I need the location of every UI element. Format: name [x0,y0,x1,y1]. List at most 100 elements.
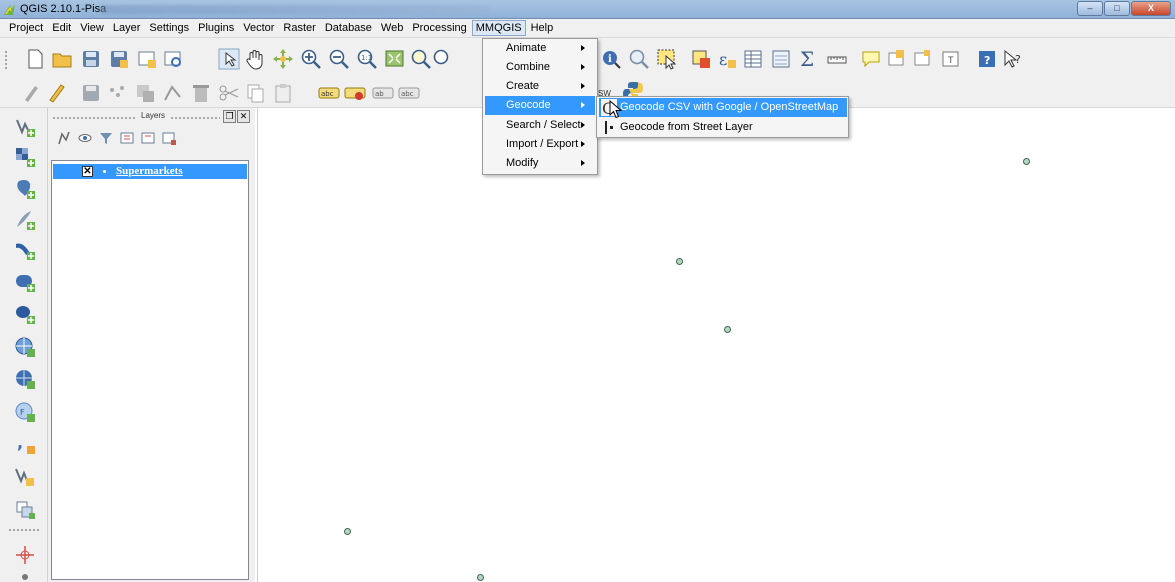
help-contents-icon[interactable]: ? [976,48,998,70]
pan-to-selection-icon[interactable] [272,48,294,70]
remove-layer-icon[interactable] [161,130,177,146]
toggle-editing-icon[interactable] [46,82,68,104]
text-annotation-icon[interactable] [886,48,908,70]
pin-labels-icon[interactable] [344,82,366,104]
add-wms-layer-icon[interactable] [14,336,36,358]
add-oracle-layer-icon[interactable] [14,271,36,293]
zoom-to-selection-icon[interactable] [410,48,432,70]
map-tips-icon[interactable] [628,48,650,70]
add-spatialite-layer-icon[interactable] [14,209,36,231]
cut-features-icon[interactable] [218,82,240,104]
zoom-out-icon[interactable] [328,48,350,70]
attribute-table-icon[interactable] [742,48,764,70]
menu-item-import-export[interactable]: Import / Export [485,135,595,154]
move-label-icon[interactable]: abc [398,82,420,104]
gps-icon[interactable] [14,570,36,582]
menu-project[interactable]: Project [5,20,47,36]
minimize-button[interactable]: – [1077,1,1103,16]
annotation-icon[interactable] [860,48,882,70]
layer-labeling-icon[interactable]: abc [318,82,340,104]
copy-features-icon[interactable] [244,82,266,104]
map-canvas[interactable] [257,108,1175,582]
menu-item-combine[interactable]: Combine [485,58,595,77]
pan-hand-icon[interactable] [244,48,266,70]
map-point[interactable] [477,574,484,581]
menu-item-geocode[interactable]: Geocode [485,96,595,115]
save-project-icon[interactable] [80,48,102,70]
statistics-sigma-icon[interactable]: Σ [798,48,820,70]
current-edits-icon[interactable] [21,82,43,104]
coordinate-capture-icon[interactable] [14,544,36,566]
toolbar-grip[interactable] [4,50,8,70]
show-hide-labels-icon[interactable]: ab [372,82,394,104]
add-wfs-layer-icon[interactable]: F [14,401,36,423]
composer-manager-icon[interactable] [162,48,184,70]
form-annotation-icon[interactable] [912,48,934,70]
strip-grip[interactable] [8,528,40,532]
layer-row-supermarkets[interactable]: ✕ Supermarkets [53,164,247,179]
menu-item-create[interactable]: Create [485,77,595,96]
menu-layer[interactable]: Layer [109,20,145,36]
paste-features-icon[interactable] [272,82,294,104]
add-mssql-layer-icon[interactable] [14,239,36,261]
delete-selected-icon[interactable] [190,82,212,104]
node-tool-icon[interactable] [162,82,184,104]
layer-visibility-checkbox[interactable]: ✕ [82,166,93,177]
move-feature-icon[interactable] [134,82,156,104]
menu-processing[interactable]: Processing [408,20,470,36]
layer-style-icon[interactable] [56,130,72,146]
menu-item-search-select[interactable]: Search / Select [485,116,595,135]
new-print-composer-icon[interactable] [136,48,158,70]
deselect-icon[interactable] [690,48,712,70]
menu-vector[interactable]: Vector [239,20,278,36]
expression-select-icon[interactable]: ε [716,48,738,70]
add-virtual-layer-icon[interactable] [14,498,36,520]
panel-close-button[interactable]: ✕ [237,110,250,123]
filter-legend-icon[interactable] [98,130,114,146]
touch-zoom-icon[interactable] [218,48,240,70]
field-calculator-icon[interactable] [770,48,792,70]
menu-database[interactable]: Database [321,20,376,36]
menu-item-modify[interactable]: Modify [485,154,595,173]
save-edits-icon[interactable] [80,82,102,104]
identify-icon[interactable]: i [600,48,622,70]
menu-web[interactable]: Web [377,20,407,36]
map-point[interactable] [344,528,351,535]
select-features-icon[interactable] [656,48,678,70]
zoom-full-icon[interactable] [384,48,406,70]
add-postgis-layer-icon[interactable] [14,178,36,200]
add-raster-layer-icon[interactable] [14,146,36,168]
map-point[interactable] [724,326,731,333]
open-project-icon[interactable] [51,48,73,70]
panel-float-button[interactable]: ❐ [223,110,236,123]
add-delimited-text-layer-icon[interactable]: , [14,433,36,455]
menu-plugins[interactable]: Plugins [194,20,238,36]
menu-edit[interactable]: Edit [48,20,75,36]
add-wcs-layer-icon[interactable] [14,368,36,390]
save-as-icon[interactable] [108,48,130,70]
menu-settings[interactable]: Settings [145,20,193,36]
menu-item-animate[interactable]: Animate [485,39,595,58]
menu-view[interactable]: View [76,20,108,36]
add-db2-layer-icon[interactable] [14,303,36,325]
panel-grip[interactable] [52,116,137,120]
collapse-all-icon[interactable] [140,130,156,146]
map-point[interactable] [1023,158,1030,165]
menu-mmqgis[interactable]: MMQGIS [471,20,526,36]
whats-this-icon[interactable]: ? [1002,48,1024,70]
label-tool-icon[interactable]: T [940,48,962,70]
maximize-button[interactable]: □ [1104,1,1130,16]
measure-line-icon[interactable] [826,48,848,70]
panel-grip-right[interactable] [170,116,220,120]
expand-all-icon[interactable] [119,130,135,146]
close-button[interactable]: X [1131,1,1171,16]
menu-help[interactable]: Help [527,20,558,36]
menu-raster[interactable]: Raster [279,20,319,36]
map-point[interactable] [676,258,683,265]
menu-item-geocode-street-layer[interactable]: Geocode from Street Layer [599,118,847,137]
new-shapefile-layer-icon[interactable] [14,465,36,487]
add-feature-icon[interactable] [106,82,128,104]
new-project-icon[interactable] [24,48,46,70]
visibility-eye-icon[interactable] [77,130,93,146]
menu-item-geocode-csv[interactable]: G Geocode CSV with Google / OpenStreetMa… [599,98,847,117]
